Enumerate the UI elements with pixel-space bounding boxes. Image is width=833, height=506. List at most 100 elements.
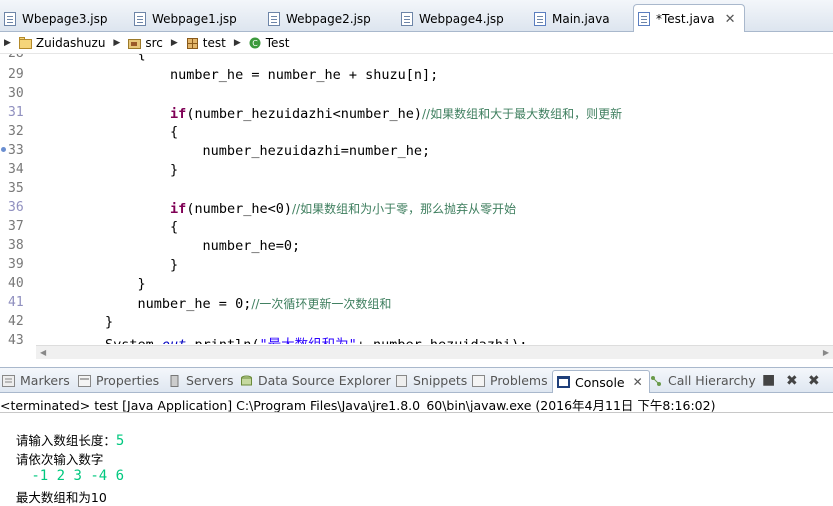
- view-tab-label: Servers: [186, 373, 234, 388]
- tab-servers[interactable]: Servers: [168, 373, 234, 388]
- tab-call-hierarchy[interactable]: Call Hierarchy: [650, 373, 756, 388]
- tab-label: Webpage4.jsp: [419, 12, 504, 26]
- code-text: .println(: [186, 337, 259, 344]
- remove-all-terminated-icon[interactable]: ✖: [808, 373, 820, 389]
- code-line[interactable]: number_he = number_he + shuzu[n];: [40, 67, 438, 83]
- tab-markers[interactable]: Markers: [2, 373, 70, 388]
- console-view[interactable]: <terminated> test [Java Application] C:\…: [0, 393, 833, 506]
- line-number: 33: [8, 143, 24, 158]
- occurrence-marker-icon: [1, 147, 6, 152]
- jsp-file-icon: [134, 12, 146, 26]
- code-line[interactable]: {: [40, 219, 178, 235]
- code-line[interactable]: number_he=0;: [40, 238, 301, 254]
- tab-snippets[interactable]: Snippets: [395, 373, 467, 388]
- markers-icon: [2, 374, 15, 387]
- jsp-file-icon: [401, 12, 413, 26]
- breadcrumb-label: Zuidashuzu: [35, 35, 106, 50]
- code-comment: //如果数组和大于最大数组和，则更新: [422, 107, 623, 121]
- line-number: 36: [8, 200, 24, 215]
- editor-horizontal-scrollbar[interactable]: ◀ ▶: [36, 345, 833, 359]
- code-line[interactable]: }: [40, 257, 178, 273]
- code-text: {: [40, 124, 179, 140]
- view-tab-label: Problems: [490, 373, 548, 388]
- chevron-right-icon: ▶: [233, 37, 241, 48]
- line-number: 40: [8, 276, 24, 291]
- class-icon: C: [249, 37, 261, 48]
- code-line[interactable]: {: [40, 54, 146, 62]
- line-number: 43: [8, 333, 24, 344]
- tab-label: Webpage2.jsp: [286, 12, 371, 26]
- code-text: + number_hezuidazhi);: [357, 337, 528, 344]
- code-line[interactable]: }: [40, 314, 113, 330]
- tab-label: *Test.java: [656, 12, 715, 26]
- console-line: 最大数组和为10: [0, 472, 107, 506]
- close-icon[interactable]: ✕: [725, 12, 736, 27]
- tab-properties[interactable]: Properties: [78, 373, 159, 388]
- code-line[interactable]: }: [40, 162, 178, 178]
- line-number: 30: [8, 86, 24, 101]
- code-line[interactable]: {: [40, 124, 178, 140]
- code-line[interactable]: if(number_he<0)//如果数组和为小于零，那么抛弃从零开始: [40, 200, 516, 217]
- line-number: 39: [8, 257, 24, 272]
- tab-main-java[interactable]: Main.java: [530, 6, 610, 32]
- code-text: (number_he<0): [186, 201, 292, 217]
- tab-test-java[interactable]: *Test.java ✕: [633, 4, 745, 33]
- view-tab-label: Data Source Explorer: [258, 373, 391, 388]
- remove-launch-icon[interactable]: ✖: [786, 373, 798, 389]
- scroll-left-icon[interactable]: ◀: [40, 348, 46, 357]
- project-icon: [18, 36, 32, 49]
- code-line[interactable]: number_he = 0;//一次循环更新一次数组和: [40, 295, 392, 312]
- tab-label: Wbepage3.jsp: [22, 12, 108, 26]
- problems-icon: [472, 374, 485, 387]
- code-string: "最大数组和为": [259, 337, 356, 344]
- tab-webpage2[interactable]: Webpage2.jsp: [264, 6, 371, 32]
- views-tab-bar: Markers Properties Servers Data Source E…: [0, 367, 833, 393]
- breadcrumb-package[interactable]: test: [186, 36, 226, 50]
- terminate-icon[interactable]: ■: [762, 372, 775, 388]
- line-number: 28: [8, 54, 30, 61]
- line-number: 35: [8, 181, 24, 196]
- line-number-gutter: 28 29 30 31 32 33 34 35 36 37 38 39 40 4…: [0, 54, 36, 344]
- svg-text:C: C: [252, 39, 258, 48]
- code-editor[interactable]: 28 29 30 31 32 33 34 35 36 37 38 39 40 4…: [0, 54, 833, 344]
- close-icon[interactable]: ✕: [633, 375, 643, 389]
- tab-problems[interactable]: Problems: [472, 373, 548, 388]
- line-number: 37: [8, 219, 24, 234]
- tab-wbepage3[interactable]: Wbepage3.jsp: [0, 6, 108, 32]
- chevron-right-icon: ▶: [170, 37, 178, 48]
- breadcrumb-label: test: [202, 35, 226, 50]
- console-icon: [557, 376, 570, 388]
- properties-icon: [78, 374, 91, 387]
- snippets-icon: [396, 374, 407, 387]
- code-field: out: [162, 337, 186, 344]
- code-text: }: [40, 257, 179, 273]
- code-keyword: if: [170, 201, 187, 217]
- code-text: (number_hezuidazhi<number_he): [186, 106, 423, 122]
- code-line[interactable]: if(number_hezuidazhi<number_he)//如果数组和大于…: [40, 105, 622, 122]
- console-input-text: 5: [115, 433, 125, 449]
- code-line[interactable]: }: [40, 276, 146, 292]
- code-text: {: [40, 219, 179, 235]
- tab-data-source-explorer[interactable]: Data Source Explorer: [240, 373, 391, 388]
- tab-webpage1[interactable]: Webpage1.jsp: [130, 6, 237, 32]
- console-output-text: 最大数组和为10: [15, 490, 107, 505]
- package-icon: [186, 37, 198, 49]
- code-line[interactable]: number_hezuidazhi=number_he;: [40, 143, 431, 159]
- view-tab-label: Console: [575, 374, 625, 390]
- breadcrumb-label: src: [145, 35, 163, 50]
- breadcrumb-src[interactable]: src: [128, 36, 163, 50]
- code-text: {: [40, 54, 146, 62]
- tab-console[interactable]: Console ✕: [552, 370, 650, 393]
- breadcrumb-project[interactable]: Zuidashuzu: [18, 35, 106, 50]
- line-number: 42: [8, 314, 24, 329]
- code-text: System.: [40, 337, 162, 344]
- tab-webpage4[interactable]: Webpage4.jsp: [397, 6, 504, 32]
- line-number: 41: [8, 295, 24, 310]
- code-line[interactable]: System.out.println("最大数组和为"+ number_hezu…: [40, 333, 527, 344]
- scroll-right-icon[interactable]: ▶: [823, 348, 829, 357]
- breadcrumb-class[interactable]: C Test: [249, 36, 289, 50]
- line-number: 34: [8, 162, 24, 177]
- code-text: number_he = number_he + shuzu[n];: [40, 67, 439, 83]
- code-text: number_hezuidazhi=number_he;: [40, 143, 431, 159]
